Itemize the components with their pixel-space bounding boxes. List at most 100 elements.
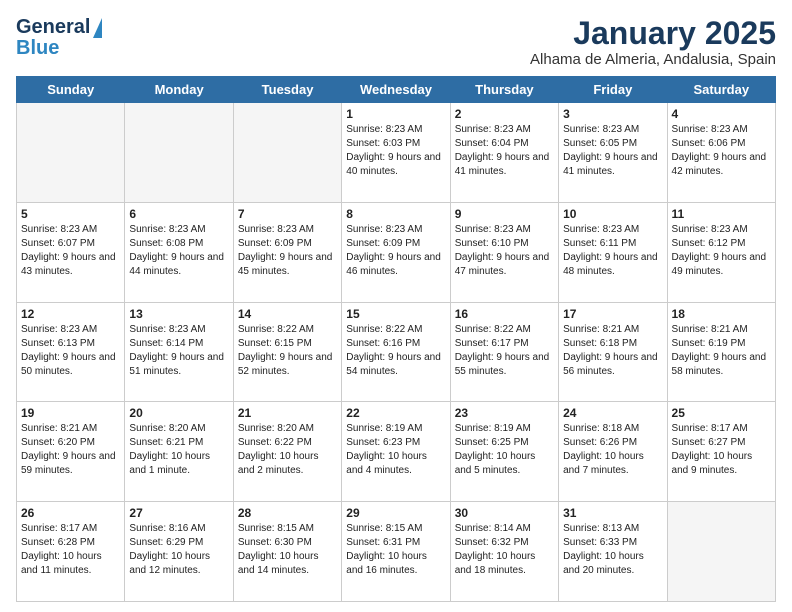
day-number: 24 — [563, 406, 662, 420]
day-cell: 3 Sunrise: 8:23 AM Sunset: 6:05 PM Daylig… — [559, 103, 667, 203]
day-number: 10 — [563, 207, 662, 221]
day-cell: 12Sunrise: 8:23 AM Sunset: 6:13 PM Dayli… — [17, 302, 125, 402]
day-cell: 1 Sunrise: 8:23 AM Sunset: 6:03 PM Daylig… — [342, 103, 450, 203]
day-number: 7 — [238, 207, 337, 221]
day-info: Sunrise: 8:17 AM Sunset: 6:28 PM Dayligh… — [21, 522, 120, 578]
day-number: 8 — [346, 207, 445, 221]
col-wednesday: Wednesday — [342, 77, 450, 103]
day-cell — [667, 502, 775, 602]
day-info: Sunrise: 8:23 AM Sunset: 6:09 PM Dayligh… — [238, 223, 337, 279]
day-cell: 4Sunrise: 8:23 AM Sunset: 6:06 PM Daylig… — [667, 103, 775, 203]
col-tuesday: Tuesday — [233, 77, 341, 103]
day-info: Sunrise: 8:20 AM Sunset: 6:22 PM Dayligh… — [238, 422, 337, 478]
day-cell: 18 Sunrise: 8:21 AM Sunset: 6:19 PM Dayli… — [667, 302, 775, 402]
day-info: Sunrise: 8:23 AM Sunset: 6:11 PM Dayligh… — [563, 223, 662, 279]
day-cell: 22Sunrise: 8:19 AM Sunset: 6:23 PM Dayli… — [342, 402, 450, 502]
day-info: Sunrise: 8:15 AM Sunset: 6:31 PM Dayligh… — [346, 522, 445, 578]
day-cell: 8 Sunrise: 8:23 AM Sunset: 6:09 PM Daylig… — [342, 202, 450, 302]
calendar-header-row: Sunday Monday Tuesday Wednesday Thursday… — [17, 77, 776, 103]
day-info: Sunrise: 8:13 AM Sunset: 6:33 PM Dayligh… — [563, 522, 662, 578]
day-number: 9 — [455, 207, 554, 221]
day-number: 14 — [238, 307, 337, 321]
day-cell: 2 Sunrise: 8:23 AM Sunset: 6:04 PM Daylig… — [450, 103, 558, 203]
day-cell: 21 Sunrise: 8:20 AM Sunset: 6:22 PM Dayli… — [233, 402, 341, 502]
day-cell: 26 Sunrise: 8:17 AM Sunset: 6:28 PM Dayli… — [17, 502, 125, 602]
day-number: 5 — [21, 207, 120, 221]
day-number: 11 — [672, 207, 771, 221]
day-number: 30 — [455, 506, 554, 520]
day-cell — [233, 103, 341, 203]
day-number: 18 — [672, 307, 771, 321]
header: General Blue January 2025 Alhama de Alme… — [16, 16, 776, 68]
day-number: 4 — [672, 107, 771, 121]
day-cell: 10 Sunrise: 8:23 AM Sunset: 6:11 PM Dayli… — [559, 202, 667, 302]
day-cell: 17Sunrise: 8:21 AM Sunset: 6:18 PM Dayli… — [559, 302, 667, 402]
day-cell: 29 Sunrise: 8:15 AM Sunset: 6:31 PM Dayli… — [342, 502, 450, 602]
day-info: Sunrise: 8:21 AM Sunset: 6:20 PM Dayligh… — [21, 422, 120, 478]
day-info: Sunrise: 8:23 AM Sunset: 6:07 PM Dayligh… — [21, 223, 120, 279]
day-number: 19 — [21, 406, 120, 420]
day-info: Sunrise: 8:17 AM Sunset: 6:27 PM Dayligh… — [672, 422, 771, 478]
day-number: 12 — [21, 307, 120, 321]
day-cell: 19 Sunrise: 8:21 AM Sunset: 6:20 PM Dayli… — [17, 402, 125, 502]
day-info: Sunrise: 8:18 AM Sunset: 6:26 PM Dayligh… — [563, 422, 662, 478]
day-number: 28 — [238, 506, 337, 520]
day-cell: 15Sunrise: 8:22 AM Sunset: 6:16 PM Dayli… — [342, 302, 450, 402]
day-number: 3 — [563, 107, 662, 121]
day-cell: 23 Sunrise: 8:19 AM Sunset: 6:25 PM Dayli… — [450, 402, 558, 502]
day-cell — [125, 103, 233, 203]
day-cell: 31 Sunrise: 8:13 AM Sunset: 6:33 PM Dayli… — [559, 502, 667, 602]
logo: General Blue — [16, 16, 102, 60]
calendar-title: January 2025 — [530, 16, 776, 51]
day-cell: 27Sunrise: 8:16 AM Sunset: 6:29 PM Dayli… — [125, 502, 233, 602]
day-info: Sunrise: 8:14 AM Sunset: 6:32 PM Dayligh… — [455, 522, 554, 578]
day-info: Sunrise: 8:23 AM Sunset: 6:03 PM Dayligh… — [346, 123, 445, 179]
col-monday: Monday — [125, 77, 233, 103]
day-cell: 9Sunrise: 8:23 AM Sunset: 6:10 PM Daylig… — [450, 202, 558, 302]
day-info: Sunrise: 8:21 AM Sunset: 6:19 PM Dayligh… — [672, 323, 771, 379]
day-cell: 28 Sunrise: 8:15 AM Sunset: 6:30 PM Dayli… — [233, 502, 341, 602]
day-info: Sunrise: 8:23 AM Sunset: 6:14 PM Dayligh… — [129, 323, 228, 379]
week-row-5: 26 Sunrise: 8:17 AM Sunset: 6:28 PM Dayli… — [17, 502, 776, 602]
day-number: 2 — [455, 107, 554, 121]
day-info: Sunrise: 8:23 AM Sunset: 6:08 PM Dayligh… — [129, 223, 228, 279]
day-number: 21 — [238, 406, 337, 420]
week-row-3: 12Sunrise: 8:23 AM Sunset: 6:13 PM Dayli… — [17, 302, 776, 402]
week-row-1: 1 Sunrise: 8:23 AM Sunset: 6:03 PM Daylig… — [17, 103, 776, 203]
day-number: 29 — [346, 506, 445, 520]
logo-triangle-icon — [93, 18, 102, 38]
day-number: 6 — [129, 207, 228, 221]
day-cell: 11 Sunrise: 8:23 AM Sunset: 6:12 PM Dayli… — [667, 202, 775, 302]
day-number: 1 — [346, 107, 445, 121]
day-info: Sunrise: 8:23 AM Sunset: 6:09 PM Dayligh… — [346, 223, 445, 279]
title-block: January 2025 Alhama de Almeria, Andalusi… — [530, 16, 776, 68]
day-info: Sunrise: 8:15 AM Sunset: 6:30 PM Dayligh… — [238, 522, 337, 578]
day-info: Sunrise: 8:22 AM Sunset: 6:15 PM Dayligh… — [238, 323, 337, 379]
day-cell: 30 Sunrise: 8:14 AM Sunset: 6:32 PM Dayli… — [450, 502, 558, 602]
day-number: 31 — [563, 506, 662, 520]
day-info: Sunrise: 8:22 AM Sunset: 6:17 PM Dayligh… — [455, 323, 554, 379]
day-number: 26 — [21, 506, 120, 520]
day-info: Sunrise: 8:23 AM Sunset: 6:12 PM Dayligh… — [672, 223, 771, 279]
day-info: Sunrise: 8:23 AM Sunset: 6:05 PM Dayligh… — [563, 123, 662, 179]
col-thursday: Thursday — [450, 77, 558, 103]
week-row-4: 19 Sunrise: 8:21 AM Sunset: 6:20 PM Dayli… — [17, 402, 776, 502]
day-cell: 6 Sunrise: 8:23 AM Sunset: 6:08 PM Daylig… — [125, 202, 233, 302]
day-info: Sunrise: 8:19 AM Sunset: 6:25 PM Dayligh… — [455, 422, 554, 478]
day-info: Sunrise: 8:23 AM Sunset: 6:04 PM Dayligh… — [455, 123, 554, 179]
col-friday: Friday — [559, 77, 667, 103]
col-sunday: Sunday — [17, 77, 125, 103]
page: General Blue January 2025 Alhama de Alme… — [0, 0, 792, 612]
day-cell: 14 Sunrise: 8:22 AM Sunset: 6:15 PM Dayli… — [233, 302, 341, 402]
day-cell — [17, 103, 125, 203]
day-cell: 20Sunrise: 8:20 AM Sunset: 6:21 PM Dayli… — [125, 402, 233, 502]
col-saturday: Saturday — [667, 77, 775, 103]
day-info: Sunrise: 8:19 AM Sunset: 6:23 PM Dayligh… — [346, 422, 445, 478]
day-cell: 7 Sunrise: 8:23 AM Sunset: 6:09 PM Daylig… — [233, 202, 341, 302]
day-number: 13 — [129, 307, 228, 321]
calendar-table: Sunday Monday Tuesday Wednesday Thursday… — [16, 76, 776, 602]
calendar-subtitle: Alhama de Almeria, Andalusia, Spain — [530, 51, 776, 68]
day-number: 27 — [129, 506, 228, 520]
day-number: 23 — [455, 406, 554, 420]
day-cell: 5 Sunrise: 8:23 AM Sunset: 6:07 PM Daylig… — [17, 202, 125, 302]
